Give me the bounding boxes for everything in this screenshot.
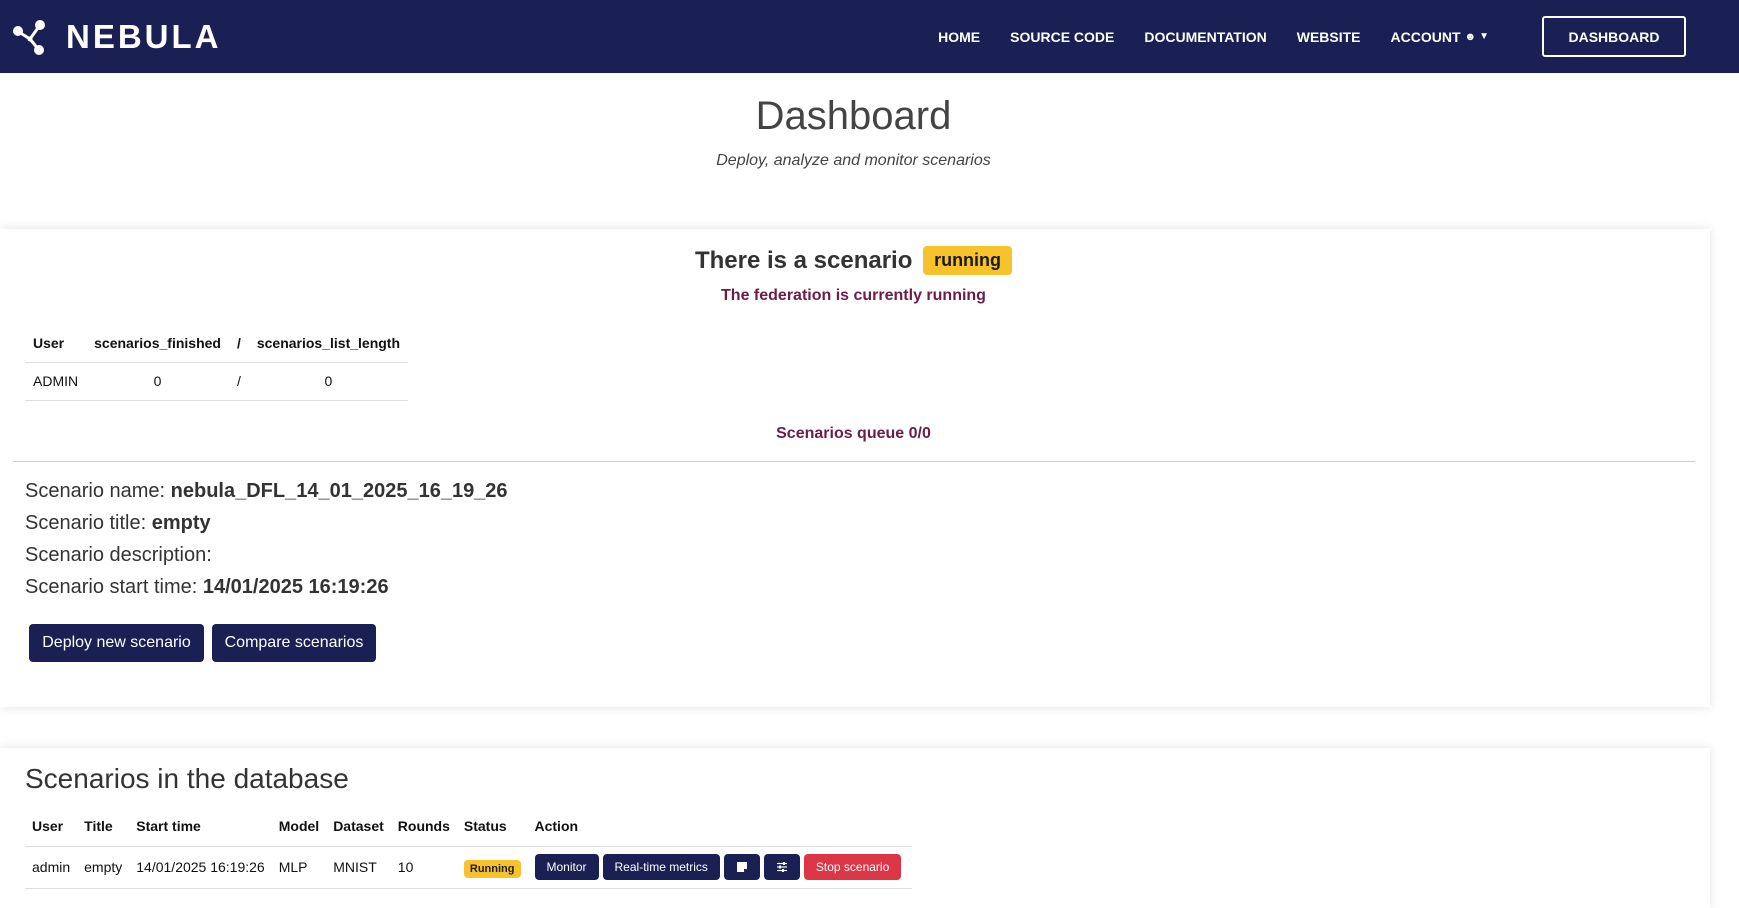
nav-website[interactable]: WEBSITE [1297, 29, 1361, 45]
notes-button[interactable] [723, 854, 760, 880]
table-header: Rounds [390, 806, 457, 847]
scenario-name-value: nebula_DFL_14_01_2025_16_19_26 [170, 480, 508, 502]
running-heading-text: There is a scenario [694, 247, 913, 274]
cell-model: MLP [271, 846, 327, 889]
chevron-down-icon: ▼ [1479, 31, 1489, 42]
deploy-new-scenario-button[interactable]: Deploy new scenario [29, 624, 204, 662]
nav-source-code[interactable]: SOURCE CODE [1010, 29, 1114, 45]
running-badge: running [923, 246, 1013, 275]
nav-account-label: ACCOUNT [1390, 28, 1461, 45]
table-cell: 0 [86, 362, 229, 401]
top-navbar: NEBULA HOME SOURCE CODE DOCUMENTATION WE… [0, 0, 1739, 73]
scenario-title-label: Scenario title: [25, 512, 147, 534]
network-logo-icon [13, 19, 45, 55]
scenario-start-label: Scenario start time: [25, 576, 198, 598]
cell-actions: Monitor Real-time metrics Stop scenario [527, 846, 913, 889]
dashboard-button[interactable]: DASHBOARD [1542, 16, 1686, 57]
table-header: / [228, 324, 249, 363]
table-header-row: User Title Start time Model Dataset Roun… [25, 806, 913, 847]
running-heading: There is a scenario running [0, 246, 1707, 275]
scenarios-queue-text: Scenarios queue 0/0 [776, 425, 931, 442]
federation-status-text: The federation is currently running [721, 287, 986, 304]
scenario-name-line: Scenario name: nebula_DFL_14_01_2025_16_… [25, 480, 508, 503]
user-icon: ☻ [1464, 30, 1477, 43]
scenario-title-line: Scenario title: empty [25, 512, 211, 535]
nav-home[interactable]: HOME [938, 29, 980, 45]
config-button[interactable] [763, 854, 800, 880]
scenario-description-label: Scenario description: [25, 544, 212, 566]
cell-dataset: MNIST [326, 846, 391, 889]
scenario-description-line: Scenario description: [25, 544, 212, 567]
realtime-metrics-button[interactable]: Real-time metrics [602, 854, 720, 880]
table-header: Action [527, 806, 913, 847]
compare-scenarios-button[interactable]: Compare scenarios [212, 624, 376, 662]
table-header: User [25, 806, 78, 847]
scenario-start-line: Scenario start time: 14/01/2025 16:19:26 [25, 576, 389, 599]
table-header: Status [456, 806, 528, 847]
table-cell: ADMIN [25, 362, 87, 401]
brand[interactable]: NEBULA [10, 18, 222, 56]
scenarios-table: User Title Start time Model Dataset Roun… [25, 806, 913, 889]
sliders-icon [776, 862, 787, 872]
table-row: admin empty 14/01/2025 16:19:26 MLP MNIS… [25, 846, 913, 889]
page-subtitle: Deploy, analyze and monitor scenarios [716, 152, 991, 169]
running-scenario-card: There is a scenario running The federati… [0, 229, 1710, 707]
cell-start-time: 14/01/2025 16:19:26 [129, 846, 272, 889]
table-row: ADMIN 0 / 0 [25, 362, 409, 401]
cell-user: admin [25, 846, 78, 889]
nav-account-dropdown[interactable]: ACCOUNT ☻ ▼ [1391, 29, 1489, 45]
nav-documentation[interactable]: DOCUMENTATION [1144, 29, 1266, 45]
nav-links: HOME SOURCE CODE DOCUMENTATION WEBSITE A… [938, 0, 1739, 73]
status-badge: Running [463, 860, 521, 878]
page-title: Dashboard [755, 94, 952, 138]
note-icon [736, 862, 747, 872]
scenario-name-label: Scenario name: [25, 480, 166, 502]
table-cell: / [228, 362, 249, 401]
scenarios-database-card: Scenarios in the database User Title Sta… [0, 748, 1710, 908]
brand-name: NEBULA [66, 17, 222, 55]
database-section-title: Scenarios in the database [25, 763, 349, 794]
scenario-start-value: 14/01/2025 16:19:26 [202, 576, 389, 598]
cell-status: Running [456, 846, 528, 889]
table-header: Title [77, 806, 130, 847]
table-cell: 0 [248, 362, 409, 401]
divider [13, 461, 1695, 462]
table-header: scenarios_list_length [248, 324, 409, 363]
table-header: scenarios_finished [86, 324, 229, 363]
scenario-title-value: empty [151, 512, 211, 534]
table-header-row: User scenarios_finished / scenarios_list… [25, 324, 409, 363]
stop-scenario-button[interactable]: Stop scenario [803, 854, 902, 880]
user-scenarios-table: User scenarios_finished / scenarios_list… [25, 324, 409, 401]
table-header: Model [271, 806, 327, 847]
cell-rounds: 10 [390, 846, 457, 889]
table-header: Start time [129, 806, 272, 847]
table-header: User [25, 324, 87, 363]
monitor-button[interactable]: Monitor [534, 854, 599, 880]
cell-title: empty [77, 846, 130, 889]
table-header: Dataset [326, 806, 391, 847]
